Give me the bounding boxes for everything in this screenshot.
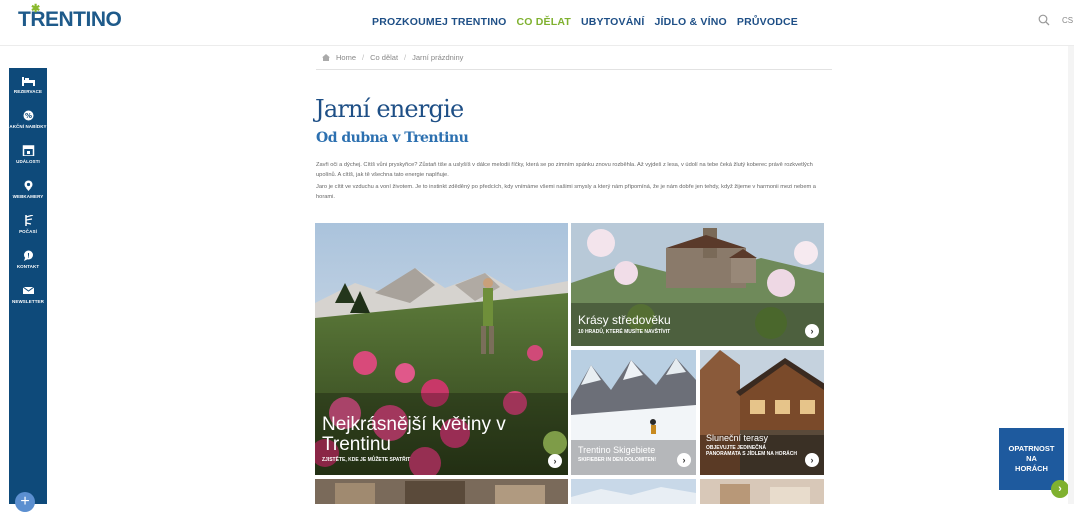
tile-subtitle: ZJISTĚTE, KDE JE MŮŽETE SPATŘIT: [322, 457, 411, 463]
safety-line: HORÁCH: [1015, 464, 1048, 473]
language-switch[interactable]: CS: [1062, 16, 1073, 25]
intro-text: Zavři oči a dýchej. Cítíš vůni pryskyřic…: [316, 160, 826, 204]
bed-icon: [21, 77, 35, 86]
sidebar-item-events[interactable]: UDÁLOSTI: [9, 145, 47, 164]
sidebar-item-webcams[interactable]: WEBKAMERY: [9, 180, 47, 199]
chevron-right-icon[interactable]: ›: [677, 453, 691, 467]
tile-title: Sluneční terasy: [706, 433, 769, 443]
home-icon[interactable]: [322, 54, 330, 61]
sidebar-item-label: NEWSLETTER: [12, 299, 44, 304]
nav-item-what-to-do[interactable]: CO DĚLAT: [516, 16, 571, 28]
sidebar-item-label: REZERVACE: [13, 89, 43, 94]
sidebar-item-contact[interactable]: ! KONTAKT: [9, 250, 47, 269]
tile-title: Krásy středověku: [578, 313, 671, 327]
sidebar-item-label: KONTAKT: [16, 264, 40, 269]
tile-caption: Nejkrásnější květiny v Trentinu ZJISTĚTE…: [322, 414, 542, 464]
breadcrumb-separator: /: [404, 53, 407, 62]
sidebar-item-weather[interactable]: POČASÍ: [9, 215, 47, 234]
top-bar: ✱ TRENTINO PROZKOUMEJ TRENTINO CO DĚLAT …: [0, 0, 1074, 46]
tile-terraces[interactable]: Sluneční terasy OBJEVUJTE JEDINEČNÁ PANO…: [700, 350, 824, 475]
tile-title: Trentino Skigebiete: [578, 445, 656, 455]
partial-photo: [571, 479, 696, 504]
breadcrumb-home[interactable]: Home: [336, 53, 356, 62]
sidebar-item-label: POČASÍ: [19, 229, 37, 234]
divider: [316, 69, 832, 70]
sidebar-expand-button[interactable]: +: [15, 492, 35, 512]
tile-partial[interactable]: [571, 479, 696, 504]
chevron-right-icon[interactable]: ›: [1051, 480, 1069, 498]
tile-caption: Krásy středověku 10 HRADŮ, KTERÉ MUSÍTE …: [578, 313, 778, 336]
nav-item-explore[interactable]: PROZKOUMEJ TRENTINO: [372, 16, 506, 28]
camera-pin-icon: [24, 180, 32, 191]
sidebar-item-label: AKČNÍ NABÍDKY: [9, 124, 47, 129]
safety-line: OPATRNOST: [1008, 444, 1055, 453]
chat-icon: !: [23, 250, 33, 261]
safety-line: NA: [1026, 454, 1037, 463]
trentino-logo[interactable]: ✱ TRENTINO: [18, 3, 122, 32]
chevron-right-icon[interactable]: ›: [805, 324, 819, 338]
nav-item-guide[interactable]: PRŮVODCE: [737, 16, 798, 28]
intro-paragraph: Jaro je cítit ve vzduchu a voní životem.…: [316, 184, 816, 200]
breadcrumb-separator: /: [362, 53, 365, 62]
mail-icon: [22, 286, 34, 294]
partial-photo: [315, 479, 568, 504]
breadcrumb: Home / Co dělat / Jarní prázdniny: [322, 53, 463, 62]
sidebar-item-newsletter[interactable]: NEWSLETTER: [9, 285, 47, 304]
tile-caption: Trentino Skigebiete SKIFIEBER IN DEN DOL…: [578, 445, 678, 463]
tile-caption: Sluneční terasy OBJEVUJTE JEDINEČNÁ PANO…: [706, 433, 802, 457]
tile-flowers[interactable]: Nejkrásnější květiny v Trentinu ZJISTĚTE…: [315, 223, 568, 475]
page-title: Jarní energie: [315, 95, 464, 123]
tile-castles[interactable]: Krásy středověku 10 HRADŮ, KTERÉ MUSÍTE …: [571, 223, 824, 346]
tile-skiing[interactable]: Trentino Skigebiete SKIFIEBER IN DEN DOL…: [571, 350, 696, 475]
tile-subtitle: OBJEVUJTE JEDINEČNÁ PANORAMATA S JÍDLEM …: [706, 445, 798, 457]
quick-sidebar: REZERVACE % AKČNÍ NABÍDKY UDÁLOSTI WEBKA…: [9, 68, 47, 504]
weather-icon: [24, 215, 33, 226]
percent-icon: %: [23, 110, 33, 121]
sidebar-item-label: WEBKAMERY: [12, 194, 44, 199]
tile-subtitle: 10 HRADŮ, KTERÉ MUSÍTE NAVŠTÍVIT: [578, 329, 671, 335]
sidebar-item-label: UDÁLOSTI: [16, 159, 40, 164]
tile-title: Nejkrásnější květiny v Trentinu: [322, 414, 506, 455]
tile-partial[interactable]: [700, 479, 824, 504]
svg-text:!: !: [27, 253, 30, 260]
sidebar-item-offers[interactable]: % AKČNÍ NABÍDKY: [9, 110, 47, 129]
sidebar-item-booking[interactable]: REZERVACE: [9, 75, 47, 94]
search-icon[interactable]: [1038, 14, 1050, 26]
chevron-right-icon[interactable]: ›: [548, 454, 562, 468]
svg-text:%: %: [24, 112, 31, 120]
intro-paragraph: Zavři oči a dýchej. Cítíš vůni pryskyřic…: [316, 162, 813, 178]
nav-item-accommodation[interactable]: UBYTOVÁNÍ: [581, 16, 644, 28]
tile-subtitle: SKIFIEBER IN DEN DOLOMITEN!: [578, 457, 657, 463]
page-subtitle: Od dubna v Trentinu: [316, 130, 469, 146]
calendar-icon: [22, 145, 34, 156]
tile-partial[interactable]: [315, 479, 568, 504]
main-nav: PROZKOUMEJ TRENTINO CO DĚLAT UBYTOVÁNÍ J…: [372, 16, 798, 28]
breadcrumb-current: Jarní prázdniny: [412, 53, 464, 62]
partial-photo: [700, 479, 824, 504]
breadcrumb-what-to-do[interactable]: Co dělat: [370, 53, 398, 62]
chevron-right-icon[interactable]: ›: [805, 453, 819, 467]
scrollbar[interactable]: [1068, 46, 1074, 504]
logo-star-icon: ✱: [31, 3, 40, 15]
nav-item-food-wine[interactable]: JÍDLO & VÍNO: [654, 16, 726, 28]
